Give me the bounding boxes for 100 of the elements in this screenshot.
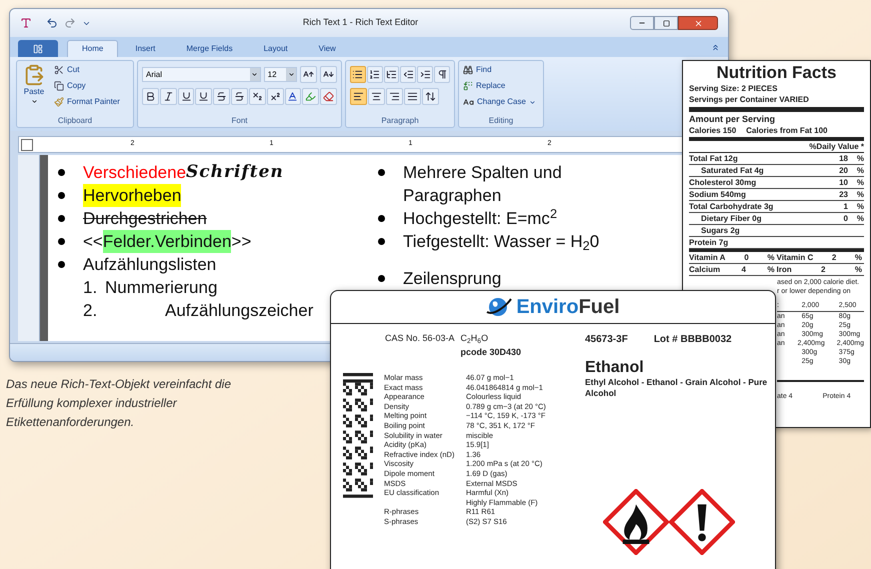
app-icon [20, 17, 32, 29]
synonyms-text: Ethyl Alcohol - Ethanol - Grain Alcohol - Pure Alcohol [585, 377, 768, 399]
double-underline-button[interactable] [195, 88, 212, 105]
vitamin-value: 2 [832, 252, 836, 263]
bullets-button[interactable] [350, 66, 366, 83]
caption-text: Das neue Rich-Text-Objekt vereinfacht die Erfüllung komplexer industrieller Etikettenanforderungen. [6, 376, 232, 431]
product-name: Ethanol [585, 359, 645, 377]
pilcrow-button[interactable] [434, 66, 450, 83]
vitamin-value: 4 [742, 264, 746, 275]
increase-indent-button[interactable] [417, 66, 434, 83]
find-button[interactable]: Find [463, 64, 539, 76]
bullet-icon [58, 192, 65, 199]
ribbon-tab[interactable]: View [304, 40, 350, 57]
align-button[interactable] [350, 88, 367, 105]
highlight-button[interactable] [302, 88, 320, 105]
italic-button[interactable] [160, 88, 177, 105]
align-button[interactable] [404, 88, 421, 105]
globe-logo-icon [486, 296, 512, 318]
list-text: Aufzählungszeicher [165, 300, 314, 322]
decrease-indent-button[interactable] [400, 66, 416, 83]
line-spacing-icon [425, 91, 436, 102]
group-label: Font [231, 115, 248, 127]
underline-button[interactable] [178, 88, 194, 105]
strikethrough-icon [216, 91, 228, 102]
close-button[interactable] [678, 16, 718, 30]
percent-sign: % [856, 201, 864, 212]
paste-button[interactable]: Paste [20, 64, 48, 115]
shrink-font-button[interactable] [320, 66, 337, 83]
percent-sign: % [856, 153, 864, 164]
font-color-button[interactable] [284, 88, 302, 105]
percent-sign: % [854, 264, 862, 275]
list-number: 1. [83, 277, 98, 299]
percent-sign: % [856, 189, 864, 200]
percent-sign: % [856, 165, 864, 176]
clipboard-icon [23, 64, 45, 86]
nutrient-label: Total Carbohydrate 3g [689, 201, 774, 212]
ribbon-tab[interactable]: Merge Fields [172, 40, 247, 57]
grow-font-button[interactable] [300, 66, 318, 83]
caret-icon [30, 98, 38, 105]
align-button[interactable] [386, 88, 403, 105]
grow-font-icon [303, 69, 314, 80]
ribbon-tab[interactable]: Insert [121, 40, 170, 57]
italic-icon [162, 91, 174, 102]
bullet-icon [58, 215, 65, 222]
superscript-button[interactable] [266, 88, 284, 105]
redo-icon[interactable] [64, 17, 76, 29]
underline-icon [180, 91, 192, 102]
ribbon-tab[interactable]: Home [67, 40, 118, 57]
servings-per-container: Servings per Container VARIED [689, 95, 809, 104]
vitamin-label: Iron [776, 264, 792, 275]
bullet-icon [378, 169, 385, 176]
percent-sign: % [856, 213, 864, 224]
section-heading: Amount per Serving [689, 114, 776, 124]
numbering-button[interactable] [366, 66, 383, 83]
maximize-button[interactable] [654, 16, 678, 30]
clear-format-button[interactable] [320, 88, 337, 105]
percent-sign: % [767, 252, 774, 263]
increase-indent-icon [420, 69, 431, 80]
bracket-text: >> [231, 231, 252, 253]
list-text: Hochgestellt: E=mc$^{2}$ [403, 207, 558, 230]
double-strikethrough-button[interactable] [231, 88, 248, 105]
daily-value-percent: 0 [842, 213, 848, 224]
collapse-ribbon-icon[interactable] [711, 42, 720, 52]
change-case-button[interactable]: Change Case [463, 96, 539, 108]
list-text: Mehrere Spalten und [403, 162, 562, 184]
paintbrush-icon [54, 97, 64, 107]
cut-button[interactable]: Cut [54, 64, 120, 76]
scissors-icon [54, 65, 64, 75]
font-size-dropdown[interactable]: 12 [264, 67, 298, 82]
flame-pictogram-icon [603, 489, 669, 555]
subscript-button[interactable] [248, 88, 266, 105]
superscript-icon [270, 91, 281, 102]
percent-sign: % [767, 264, 774, 275]
copy-button[interactable]: Copy [54, 80, 120, 92]
bracket-text: << [83, 231, 103, 253]
vitamin-label: Calcium [689, 264, 720, 275]
line-spacing-button[interactable] [422, 88, 439, 105]
multilevel-list-button[interactable] [384, 66, 400, 83]
ribbon-tab[interactable]: Layout [250, 40, 302, 57]
app-menu-button[interactable] [18, 40, 58, 57]
nutrient-label: Cholesterol 30mg [689, 177, 758, 188]
tab-stop-selector[interactable] [21, 138, 33, 150]
font-name-dropdown[interactable]: Arial [142, 67, 261, 82]
undo-icon[interactable] [46, 17, 58, 29]
list-text: Tiefgestellt: Wasser = H$_{2}$0 [403, 231, 600, 253]
bullet-icon [378, 238, 385, 245]
cas-number: CAS No. 56-03-A [385, 332, 455, 345]
align-button[interactable] [368, 88, 385, 105]
daily-value-percent: 20 [838, 165, 848, 176]
bold-button[interactable] [142, 88, 159, 105]
window-title: Rich Text 1 - Rich Text Editor [302, 16, 418, 30]
format-painter-button[interactable]: Format Painter [54, 96, 120, 108]
nutrient-label: Protein 7g [689, 237, 730, 248]
group-label: Paragraph [381, 115, 419, 127]
double-underline-icon [198, 91, 210, 102]
strikethrough-button[interactable] [213, 88, 230, 105]
bullet-icon [378, 215, 385, 222]
nutrient-label: Sodium 540mg [689, 189, 747, 200]
shrink-font-icon [323, 69, 334, 80]
replace-button[interactable]: Replace [463, 80, 539, 92]
